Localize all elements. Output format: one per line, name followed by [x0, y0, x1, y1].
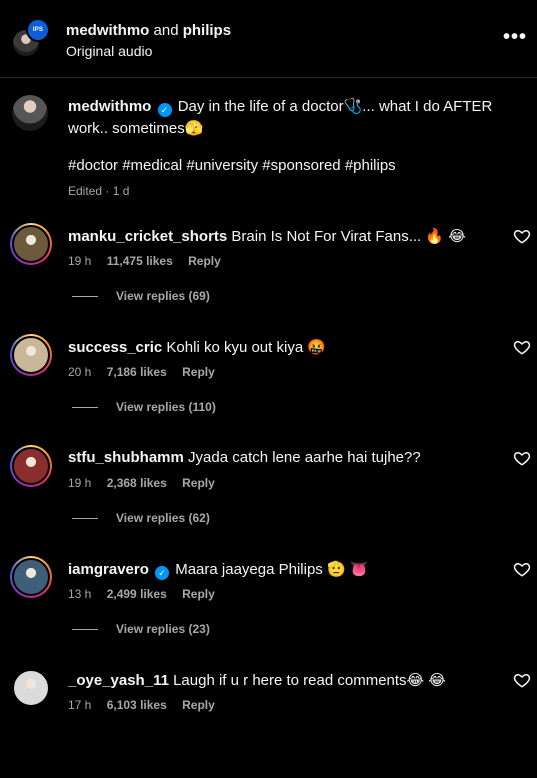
brand-avatar: IPS — [26, 18, 50, 42]
comment-meta: 17 h 6,103 likes Reply — [68, 698, 227, 712]
verified-icon: ✓ — [155, 566, 170, 580]
view-replies-button[interactable]: View replies (62) — [72, 511, 210, 525]
divider — [72, 628, 98, 630]
comment-likes[interactable]: 2,499 likes — [107, 587, 167, 601]
heart-icon[interactable] — [513, 227, 531, 245]
comment-meta: 20 h 7,186 likes Reply — [68, 365, 227, 379]
avatar[interactable] — [10, 667, 52, 709]
divider — [72, 406, 98, 408]
comment-meta: 19 h 2,368 likes Reply — [68, 476, 227, 490]
comment-username[interactable]: success_cric — [68, 339, 162, 356]
reply-button[interactable]: Reply — [188, 254, 221, 268]
comment-body: Brain Is Not For Virat Fans... 🔥 😂 — [231, 228, 466, 245]
caption-meta: Edited · 1 d — [68, 184, 130, 198]
comment-item: success_cric Kohli ko kyu out kiya 🤬 20 … — [0, 334, 537, 445]
comment-text: iamgravero ✓ Maara jaayega Philips 🫡 👅 — [68, 560, 369, 580]
post-authors: medwithmo and philips — [66, 22, 231, 39]
avatar[interactable] — [12, 95, 48, 131]
comment-username[interactable]: stfu_shubhamm — [68, 449, 184, 466]
verified-icon: ✓ — [157, 103, 172, 117]
caption-text: medwithmo ✓ Day in the life of a doctor🩺… — [68, 96, 508, 140]
comment-meta: 19 h 11,475 likes Reply — [68, 254, 233, 268]
more-options-icon[interactable]: ••• — [503, 27, 527, 47]
collab-avatars[interactable]: IPS — [11, 18, 51, 60]
comment-item: stfu_shubhamm Jyada catch lene aarhe hai… — [0, 445, 537, 556]
post-header: IPS medwithmo and philips Original audio… — [0, 0, 537, 78]
heart-icon[interactable] — [513, 560, 531, 578]
comment-item: _oye_yash_11 Laugh if u r here to read c… — [0, 667, 537, 778]
comment-body: Maara jaayega Philips 🫡 👅 — [175, 561, 369, 578]
comment-text: stfu_shubhamm Jyada catch lene aarhe hai… — [68, 449, 421, 466]
reply-button[interactable]: Reply — [182, 698, 215, 712]
comment-username[interactable]: iamgravero — [68, 561, 149, 578]
divider — [72, 517, 98, 519]
comment-text: _oye_yash_11 Laugh if u r here to read c… — [68, 671, 446, 689]
comment-body: Laugh if u r here to read comments😂 😂 — [173, 672, 446, 689]
comment-body: Kohli ko kyu out kiya 🤬 — [166, 339, 327, 356]
view-replies-button[interactable]: View replies (23) — [72, 622, 210, 636]
heart-icon[interactable] — [513, 671, 531, 689]
avatar-image — [12, 447, 50, 485]
view-replies-label: View replies (23) — [116, 622, 210, 636]
view-replies-label: View replies (62) — [116, 511, 210, 525]
avatar-image — [12, 558, 50, 596]
comment-item: iamgravero ✓ Maara jaayega Philips 🫡 👅 1… — [0, 556, 537, 667]
collaborator-link[interactable]: philips — [183, 22, 231, 39]
comment-body: Jyada catch lene aarhe hai tujhe?? — [188, 449, 421, 466]
comment-likes[interactable]: 6,103 likes — [107, 698, 167, 712]
reply-button[interactable]: Reply — [182, 476, 215, 490]
avatar-image — [12, 225, 50, 263]
comment-username[interactable]: _oye_yash_11 — [68, 672, 169, 689]
comment-meta: 13 h 2,499 likes Reply — [68, 587, 227, 601]
avatar[interactable] — [10, 334, 52, 376]
hashtags[interactable]: #doctor #medical #university #sponsored … — [68, 157, 396, 174]
caption-username[interactable]: medwithmo — [68, 98, 151, 115]
comment-time: 19 h — [68, 476, 92, 490]
avatar[interactable] — [10, 223, 52, 265]
reply-button[interactable]: Reply — [182, 365, 215, 379]
comment-time: 20 h — [68, 365, 92, 379]
comment-time: 19 h — [68, 254, 92, 268]
view-replies-button[interactable]: View replies (110) — [72, 400, 216, 414]
comment-text: manku_cricket_shorts Brain Is Not For Vi… — [68, 227, 466, 245]
and-text: and — [153, 22, 179, 39]
divider — [72, 295, 98, 297]
comment-likes[interactable]: 2,368 likes — [107, 476, 167, 490]
audio-link[interactable]: Original audio — [66, 43, 152, 59]
comment-item: manku_cricket_shorts Brain Is Not For Vi… — [0, 223, 537, 334]
comment-likes[interactable]: 11,475 likes — [107, 254, 173, 268]
view-replies-label: View replies (110) — [116, 400, 216, 414]
view-replies-label: View replies (69) — [116, 289, 210, 303]
avatar-image — [12, 669, 50, 707]
avatar-image — [12, 336, 50, 374]
author-link[interactable]: medwithmo — [66, 22, 149, 39]
view-replies-button[interactable]: View replies (69) — [72, 289, 210, 303]
avatar[interactable] — [10, 445, 52, 487]
comment-text: success_cric Kohli ko kyu out kiya 🤬 — [68, 338, 326, 356]
comment-time: 13 h — [68, 587, 92, 601]
comment-likes[interactable]: 7,186 likes — [107, 365, 167, 379]
heart-icon[interactable] — [513, 338, 531, 356]
comment-username[interactable]: manku_cricket_shorts — [68, 228, 227, 245]
heart-icon[interactable] — [513, 449, 531, 467]
comment-time: 17 h — [68, 698, 92, 712]
reply-button[interactable]: Reply — [182, 587, 215, 601]
avatar[interactable] — [10, 556, 52, 598]
